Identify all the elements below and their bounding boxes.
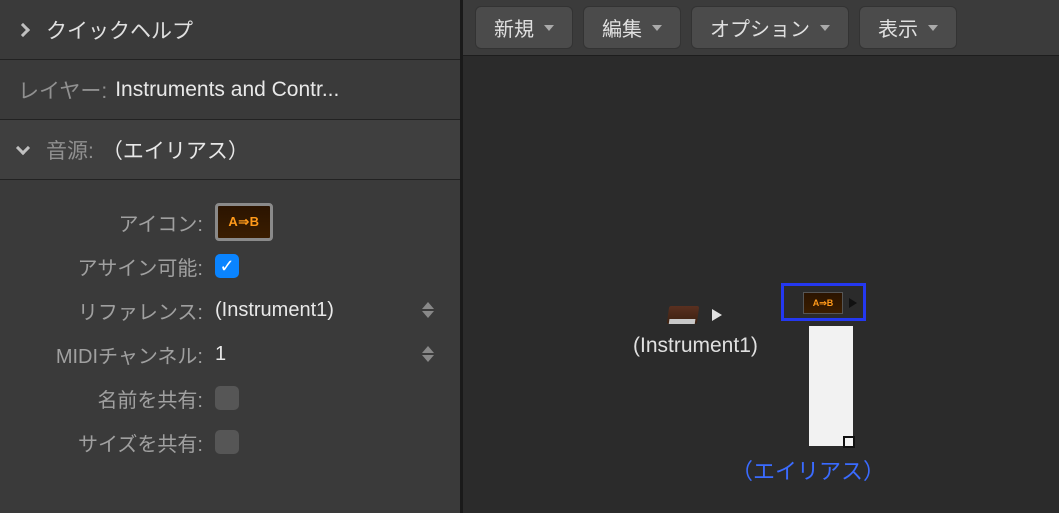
alias-icon: A⇒B	[803, 292, 843, 314]
step-down-icon	[422, 355, 434, 362]
instrument-node-label: (Instrument1)	[633, 334, 758, 358]
share-size-row: サイズを共有:	[0, 422, 460, 462]
share-size-checkbox[interactable]	[215, 430, 239, 454]
edit-menu-button[interactable]: 編集	[583, 6, 681, 49]
alias-node-label: （エイリアス）	[731, 454, 885, 486]
checkmark-icon: ✓	[219, 257, 234, 275]
share-name-row: 名前を共有:	[0, 378, 460, 418]
midi-channel-value[interactable]: 1	[215, 343, 226, 366]
assignable-row: アサイン可能: ✓	[0, 246, 460, 286]
instrument-section-label: 音源:	[46, 135, 94, 165]
alias-output-port-icon[interactable]	[849, 298, 857, 308]
layer-label: レイヤー:	[18, 75, 107, 105]
reference-stepper[interactable]	[422, 302, 434, 318]
midi-channel-stepper[interactable]	[422, 346, 434, 362]
chevron-down-icon	[928, 25, 938, 31]
layer-value: Instruments and Contr...	[115, 78, 339, 102]
midi-channel-row: MIDIチャンネル: 1	[0, 334, 460, 374]
environment-canvas[interactable]: (Instrument1) A⇒B （エイリアス）	[463, 56, 1059, 513]
icon-row: アイコン: A⇒B	[0, 202, 460, 242]
environment-panel: 新規 編集 オプション 表示 (Instrument1) A⇒	[463, 0, 1059, 513]
midi-channel-label: MIDIチャンネル:	[0, 340, 215, 369]
view-menu-button[interactable]: 表示	[859, 6, 957, 49]
quick-help-header[interactable]: クイックヘルプ	[0, 0, 460, 60]
inspector-panel: クイックヘルプ レイヤー: Instruments and Contr... 音…	[0, 0, 463, 513]
chevron-down-icon	[544, 25, 554, 31]
new-label: 新規	[494, 13, 534, 42]
instrument-section-value: （エイリアス）	[102, 135, 249, 165]
synth-icon	[667, 306, 700, 324]
icon-label: アイコン:	[0, 208, 215, 237]
assignable-label: アサイン可能:	[0, 252, 215, 281]
quick-help-title: クイックヘルプ	[46, 15, 193, 45]
step-up-icon	[422, 346, 434, 353]
chevron-right-icon	[16, 22, 30, 36]
share-name-label: 名前を共有:	[0, 384, 215, 413]
chevron-down-icon	[820, 25, 830, 31]
resize-handle[interactable]	[843, 436, 855, 448]
assignable-checkbox[interactable]: ✓	[215, 254, 239, 278]
view-label: 表示	[878, 13, 918, 42]
alias-node[interactable]: A⇒B	[781, 283, 866, 321]
share-size-label: サイズを共有:	[0, 428, 215, 457]
instrument-node[interactable]: (Instrument1)	[633, 306, 758, 358]
option-label: オプション	[710, 13, 810, 42]
option-menu-button[interactable]: オプション	[691, 6, 849, 49]
chevron-down-icon	[16, 140, 30, 154]
step-up-icon	[422, 302, 434, 309]
alias-selection-box: A⇒B	[781, 283, 866, 321]
layer-row[interactable]: レイヤー: Instruments and Contr...	[0, 60, 460, 120]
alias-stem[interactable]	[809, 326, 853, 446]
alias-icon-button[interactable]: A⇒B	[215, 203, 273, 241]
chevron-down-icon	[652, 25, 662, 31]
reference-label: リファレンス:	[0, 296, 215, 325]
instrument-section-header[interactable]: 音源: （エイリアス）	[0, 120, 460, 180]
environment-toolbar: 新規 編集 オプション 表示	[463, 0, 1059, 56]
new-menu-button[interactable]: 新規	[475, 6, 573, 49]
step-down-icon	[422, 311, 434, 318]
edit-label: 編集	[602, 13, 642, 42]
reference-row: リファレンス: (Instrument1)	[0, 290, 460, 330]
share-name-checkbox[interactable]	[215, 386, 239, 410]
output-port-icon[interactable]	[712, 309, 722, 321]
reference-value[interactable]: (Instrument1)	[215, 299, 334, 322]
property-list: アイコン: A⇒B アサイン可能: ✓ リファレンス: (Instrument1…	[0, 180, 460, 462]
